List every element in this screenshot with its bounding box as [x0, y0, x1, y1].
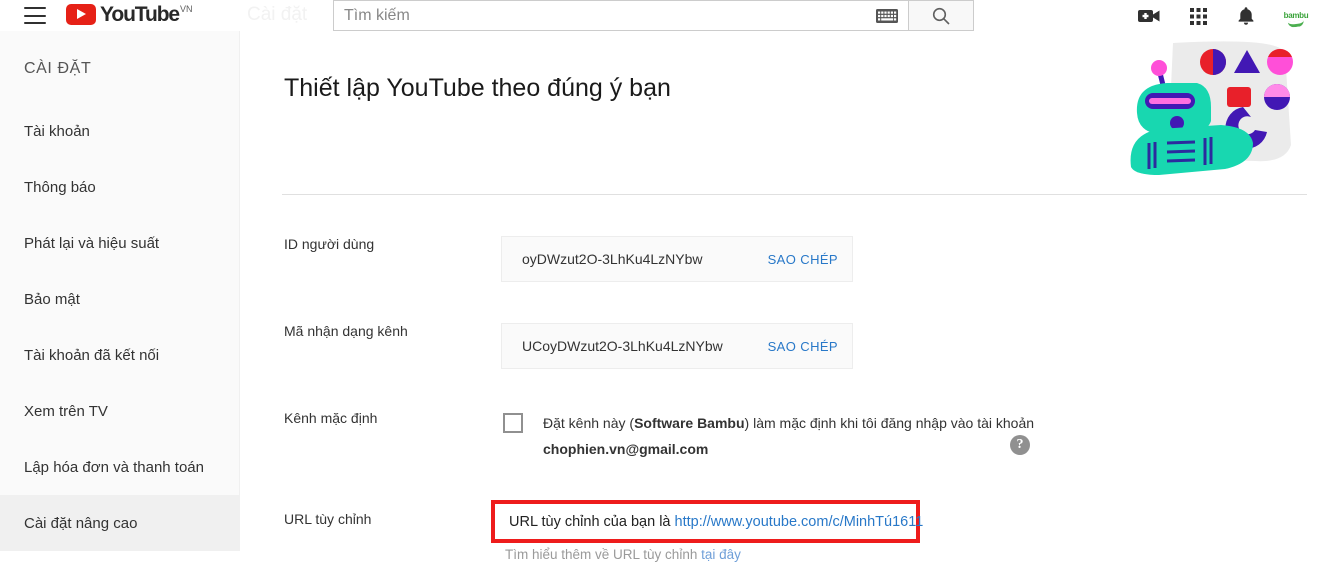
sidebar-item-tv[interactable]: Xem trên TV: [0, 383, 240, 439]
default-channel-checkbox[interactable]: [503, 413, 523, 433]
channel-name: Software Bambu: [634, 415, 745, 431]
sidebar-item-account[interactable]: Tài khoản: [0, 103, 240, 159]
help-question-icon[interactable]: ?: [1010, 435, 1030, 455]
custom-url-prefix: URL tùy chỉnh của bạn là: [509, 513, 675, 530]
custom-url-learn-more: Tìm hiểu thêm về URL tùy chỉnh tại đây: [505, 547, 741, 562]
sidebar-title: CÀI ĐẶT: [24, 60, 92, 77]
user-id-value: oyDWzut2O-3LhKu4LzNYbw: [522, 251, 703, 267]
avatar[interactable]: bambu: [1282, 2, 1310, 30]
desc-prefix: Đặt kênh này (: [543, 415, 635, 431]
main-content: Thiết lập YouTube theo đúng ý bạn ID ngư…: [240, 31, 1317, 562]
sidebar-item-label: Phát lại và hiệu suất: [24, 234, 160, 252]
video-upload-icon[interactable]: [1137, 4, 1161, 28]
default-channel-label: Kênh mặc định: [284, 410, 378, 426]
custom-url-link[interactable]: http://www.youtube.com/c/MinhTú1611: [675, 514, 924, 530]
custom-url-sentence: URL tùy chỉnh của bạn là http://www.yout…: [509, 514, 923, 530]
sidebar-item-connected-apps[interactable]: Tài khoản đã kết nối: [0, 327, 240, 383]
sidebar-item-label: Tài khoản đã kết nối: [24, 346, 160, 364]
apps-grid-icon[interactable]: [1186, 4, 1210, 28]
custom-url-label: URL tùy chỉnh: [284, 511, 372, 527]
account-email: chophien.vn@gmail.com: [543, 441, 709, 457]
hamburger-menu-icon[interactable]: [24, 7, 46, 24]
learn-more-link[interactable]: tại đây: [701, 547, 741, 562]
desc-middle: ) làm mặc định khi tôi đăng nhập vào tài…: [744, 415, 1035, 431]
section-divider: [282, 194, 1307, 195]
sidebar-item-billing-payments[interactable]: Lập hóa đơn và thanh toán: [0, 439, 240, 495]
custom-url-highlight-box: URL tùy chỉnh của bạn là http://www.yout…: [491, 500, 923, 543]
obscured-page-heading: Cài đặt: [247, 4, 308, 25]
keyboard-icon[interactable]: [874, 7, 900, 25]
sidebar-item-label: Thông báo: [24, 178, 96, 196]
page-title: Thiết lập YouTube theo đúng ý bạn: [284, 74, 671, 102]
learn-more-text: Tìm hiểu thêm về URL tùy chỉnh: [505, 547, 702, 562]
sidebar-item-label: Xem trên TV: [24, 402, 108, 420]
sidebar-item-label: Bảo mật: [24, 290, 80, 308]
youtube-country-code: VN: [180, 4, 193, 14]
sidebar-item-notifications[interactable]: Thông báo: [0, 159, 240, 215]
search-input[interactable]: [334, 1, 874, 30]
channel-id-label: Mã nhận dạng kênh: [284, 323, 408, 339]
settings-sidebar: CÀI ĐẶT Tài khoản Thông báo Phát lại và …: [0, 31, 240, 551]
channel-id-value: UCoyDWzut2O-3LhKu4LzNYbw: [522, 338, 723, 354]
search-icon: [932, 7, 950, 25]
sidebar-item-label: Cài đặt nâng cao: [24, 514, 138, 532]
avatar-label: bambu: [1283, 11, 1309, 20]
search-box[interactable]: [333, 0, 909, 31]
copy-user-id-button[interactable]: SAO CHÉP: [768, 252, 838, 267]
user-id-label: ID người dùng: [284, 236, 375, 252]
sidebar-item-label: Tài khoản: [24, 122, 90, 140]
youtube-wordmark: YouTube: [100, 3, 180, 26]
robot-juggling-shapes-illustration: [1125, 35, 1305, 185]
youtube-play-icon: [66, 4, 96, 25]
top-header-bar: YouTube VN Cài đặt Tìm kiếm bambu: [0, 0, 1317, 31]
youtube-logo[interactable]: YouTube VN: [66, 4, 193, 25]
sidebar-item-privacy[interactable]: Bảo mật: [0, 271, 240, 327]
copy-channel-id-button[interactable]: SAO CHÉP: [768, 339, 838, 354]
avatar-swoosh-shape: [1287, 20, 1305, 28]
default-channel-description: Đặt kênh này (Software Bambu) làm mặc đị…: [543, 410, 1188, 462]
user-id-field[interactable]: oyDWzut2O-3LhKu4LzNYbw SAO CHÉP: [501, 236, 853, 282]
search-button[interactable]: [909, 0, 974, 31]
sidebar-item-label: Lập hóa đơn và thanh toán: [24, 458, 204, 476]
bell-icon[interactable]: [1234, 4, 1258, 28]
sidebar-item-playback-performance[interactable]: Phát lại và hiệu suất: [0, 215, 240, 271]
channel-id-field[interactable]: UCoyDWzut2O-3LhKu4LzNYbw SAO CHÉP: [501, 323, 853, 369]
